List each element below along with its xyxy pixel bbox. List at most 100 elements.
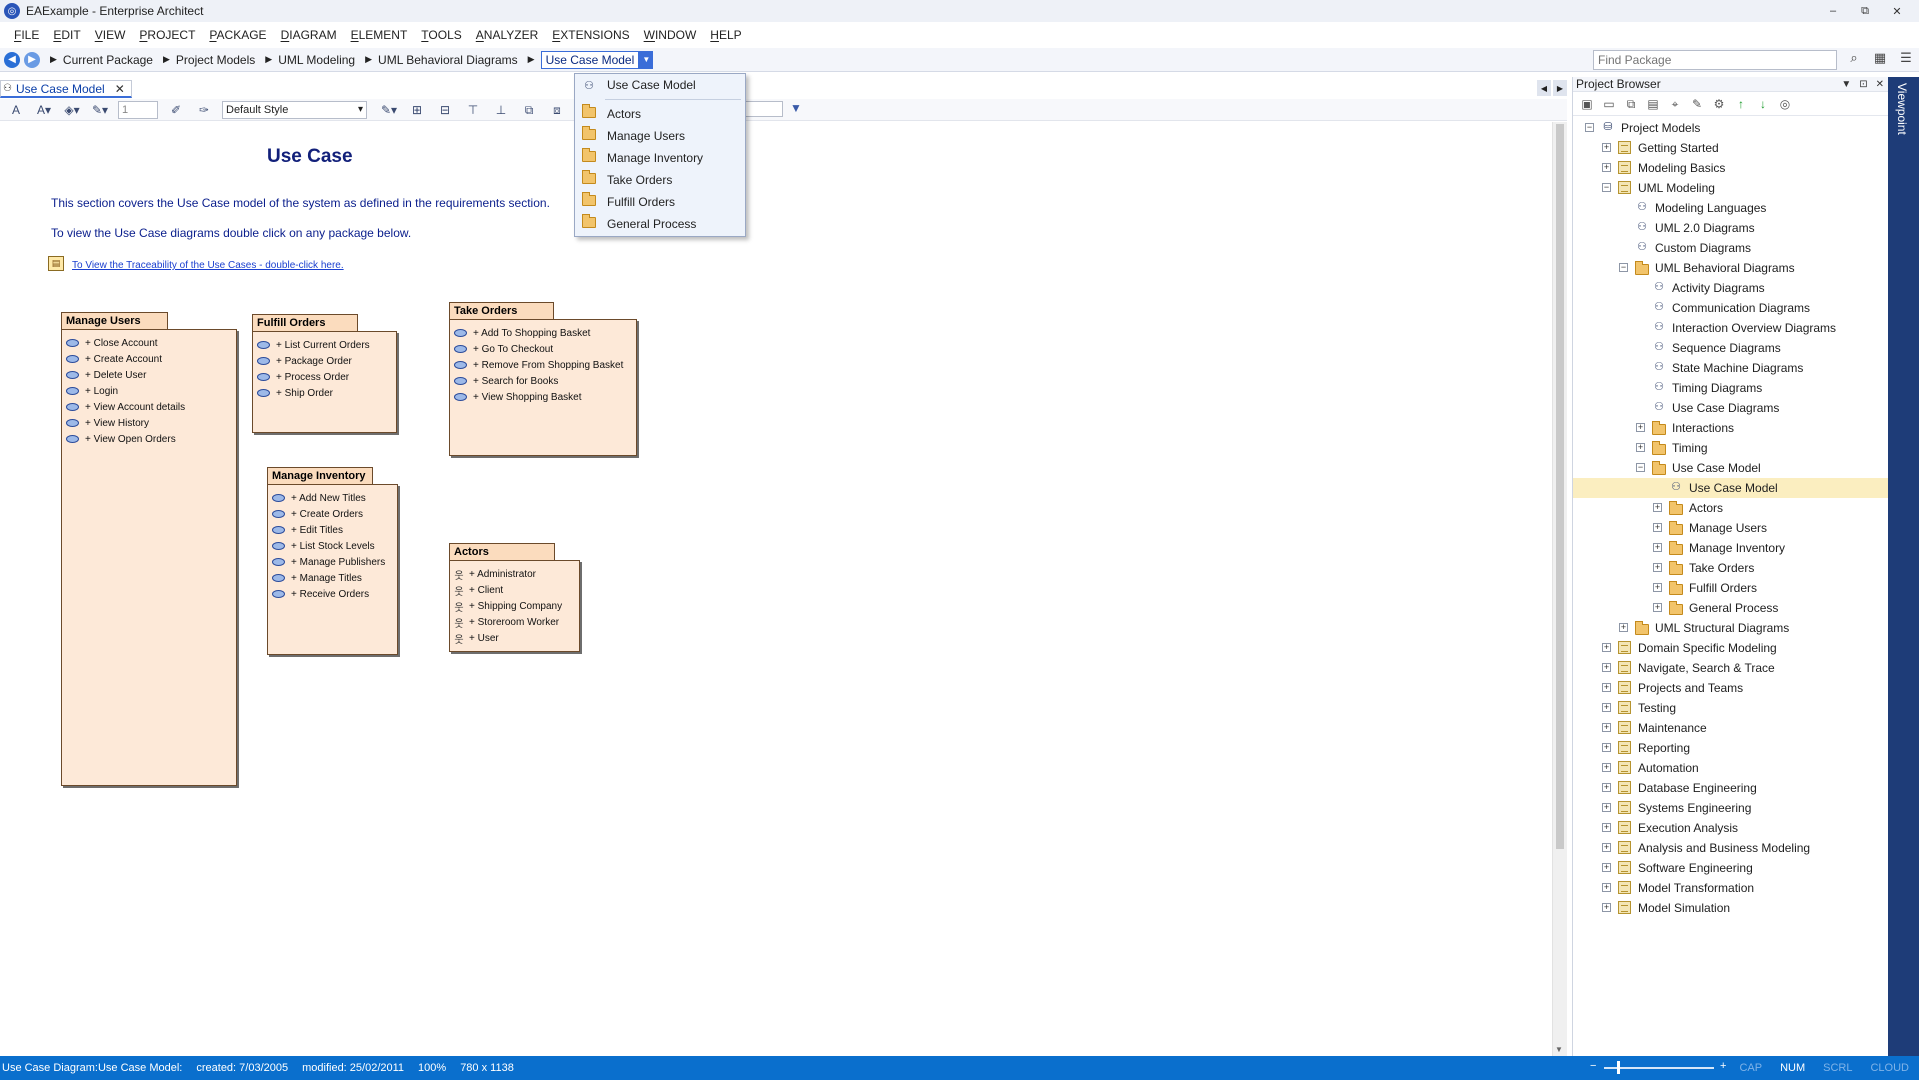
expand-icon[interactable]: + <box>1653 563 1662 572</box>
tree-item[interactable]: ⚇ Use Case Model <box>1573 478 1888 498</box>
breadcrumb-uml-modeling[interactable]: UML Modeling <box>278 53 355 67</box>
tree-item[interactable]: ⚇ Interaction Overview Diagrams <box>1573 318 1888 338</box>
minimize-button[interactable]: – <box>1817 5 1849 17</box>
expand-icon[interactable]: + <box>1653 543 1662 552</box>
expand-icon[interactable]: + <box>1653 583 1662 592</box>
breadcrumb-project-models[interactable]: Project Models <box>176 53 255 67</box>
use-case-item[interactable]: + Manage Publishers <box>272 554 397 570</box>
traceability-diagram-icon[interactable]: ▤ <box>48 256 64 271</box>
expand-icon[interactable]: + <box>1602 143 1611 152</box>
use-case-item[interactable]: + Package Order <box>257 353 396 369</box>
menu-analyzer[interactable]: ANALYZER <box>476 28 538 42</box>
search-icon[interactable]: ⌕ <box>1845 50 1863 68</box>
style-select[interactable]: Default Style <box>222 100 367 119</box>
tree-item[interactable]: + UML Structural Diagrams <box>1573 618 1888 638</box>
use-case-item[interactable]: + List Stock Levels <box>272 538 397 554</box>
expand-icon[interactable]: + <box>1602 863 1611 872</box>
collapse-icon[interactable]: − <box>1602 183 1611 192</box>
expand-icon[interactable]: + <box>1653 503 1662 512</box>
tree-item[interactable]: + Analysis and Business Modeling <box>1573 838 1888 858</box>
tree-item[interactable]: + Maintenance <box>1573 718 1888 738</box>
tree-item[interactable]: ⚇ UML 2.0 Diagrams <box>1573 218 1888 238</box>
eyedropper-icon[interactable]: ✑ <box>194 101 214 119</box>
use-case-item[interactable]: + View Shopping Basket <box>454 389 636 405</box>
tree-item[interactable]: + Manage Inventory <box>1573 538 1888 558</box>
expand-icon[interactable]: + <box>1653 603 1662 612</box>
tree-item[interactable]: + Projects and Teams <box>1573 678 1888 698</box>
panel-dropdown-icon[interactable]: ▼ <box>1841 79 1851 90</box>
expand-icon[interactable]: + <box>1602 763 1611 772</box>
zoom-out-button[interactable]: − <box>1590 1060 1596 1072</box>
move-down-icon[interactable]: ↓ <box>1755 96 1771 112</box>
use-case-item[interactable]: + View Open Orders <box>66 431 236 447</box>
use-case-item[interactable]: + Login <box>66 383 236 399</box>
tree-item[interactable]: ⚇ Use Case Diagrams <box>1573 398 1888 418</box>
dropdown-item-fulfill-orders[interactable]: Fulfill Orders <box>575 191 745 213</box>
menu-project[interactable]: PROJECT <box>139 28 195 42</box>
expand-icon[interactable]: + <box>1602 723 1611 732</box>
tree-item[interactable]: + Manage Users <box>1573 518 1888 538</box>
scrollbar-thumb[interactable] <box>1556 124 1564 849</box>
tree-item[interactable]: ⚇ Activity Diagrams <box>1573 278 1888 298</box>
dropdown-item-use-case-model[interactable]: ⚇ Use Case Model <box>575 74 745 96</box>
tree-item[interactable]: + Automation <box>1573 758 1888 778</box>
tree-item[interactable]: + Timing <box>1573 438 1888 458</box>
help-icon[interactable]: ◎ <box>1777 96 1793 112</box>
forward-arrow-icon[interactable]: ▶ <box>24 51 40 68</box>
expand-icon[interactable]: + <box>1602 163 1611 172</box>
back-arrow-icon[interactable]: ◀ <box>4 51 20 68</box>
actor-item[interactable]: 웃 + Client <box>454 582 579 598</box>
pin-icon[interactable]: ⊡ <box>1859 79 1867 90</box>
menu-extensions[interactable]: EXTENSIONS <box>552 28 629 42</box>
apply-style-icon[interactable]: ✎▾ <box>379 101 399 119</box>
new-model-icon[interactable]: ▣ <box>1579 96 1595 112</box>
tree-item[interactable]: ⚇ Custom Diagrams <box>1573 238 1888 258</box>
breadcrumb-dropdown-icon[interactable]: ▼ <box>639 50 654 69</box>
tab-scroll-right-icon[interactable]: ▶ <box>1553 80 1567 96</box>
use-case-item[interactable]: + Search for Books <box>454 373 636 389</box>
use-case-item[interactable]: + View History <box>66 415 236 431</box>
hamburger-menu-icon[interactable]: ☰ <box>1897 50 1915 68</box>
tree-item[interactable]: + Fulfill Orders <box>1573 578 1888 598</box>
expand-icon[interactable]: + <box>1602 803 1611 812</box>
tree-item[interactable]: + General Process <box>1573 598 1888 618</box>
settings-icon[interactable]: ⚙ <box>1711 96 1727 112</box>
tree-item[interactable]: + Database Engineering <box>1573 778 1888 798</box>
tree-item[interactable]: ⚇ Modeling Languages <box>1573 198 1888 218</box>
align-left-icon[interactable]: ⊞ <box>407 101 427 119</box>
menu-window[interactable]: WINDOW <box>644 28 697 42</box>
use-case-item[interactable]: + List Current Orders <box>257 337 396 353</box>
tree-item[interactable]: ⚇ State Machine Diagrams <box>1573 358 1888 378</box>
actor-item[interactable]: 웃 + User <box>454 630 579 646</box>
tree-item[interactable]: + Modeling Basics <box>1573 158 1888 178</box>
edit-icon[interactable]: ✎ <box>1689 96 1705 112</box>
tree-item[interactable]: + Domain Specific Modeling <box>1573 638 1888 658</box>
breadcrumb-uml-behavioral-diagrams[interactable]: UML Behavioral Diagrams <box>378 53 518 67</box>
expand-icon[interactable]: + <box>1636 423 1645 432</box>
menu-package[interactable]: PACKAGE <box>209 28 266 42</box>
tree-item[interactable]: + Systems Engineering <box>1573 798 1888 818</box>
tree-item[interactable]: + Navigate, Search & Trace <box>1573 658 1888 678</box>
same-size-icon[interactable]: ⧉ <box>519 101 539 119</box>
menu-file[interactable]: FILE <box>14 28 39 42</box>
tree-item[interactable]: − UML Behavioral Diagrams <box>1573 258 1888 278</box>
dropdown-item-actors[interactable]: Actors <box>575 103 745 125</box>
breadcrumb-current-package[interactable]: Current Package <box>63 53 153 67</box>
move-up-icon[interactable]: ↑ <box>1733 96 1749 112</box>
breadcrumb-use-case-model[interactable]: Use Case Model <box>540 50 640 69</box>
actor-item[interactable]: 웃 + Administrator <box>454 566 579 582</box>
tree-item[interactable]: + Reporting <box>1573 738 1888 758</box>
tree-item[interactable]: + Software Engineering <box>1573 858 1888 878</box>
align-bottom-icon[interactable]: ⊥ <box>491 101 511 119</box>
tree-item[interactable]: − Use Case Model <box>1573 458 1888 478</box>
restore-button[interactable]: ⧉ <box>1849 5 1881 18</box>
line-width-stepper[interactable]: 1 <box>118 100 158 119</box>
use-case-item[interactable]: + Go To Checkout <box>454 341 636 357</box>
expand-icon[interactable]: + <box>1602 783 1611 792</box>
zoom-slider[interactable] <box>1604 1067 1714 1069</box>
actor-item[interactable]: 웃 + Shipping Company <box>454 598 579 614</box>
new-diagram-icon[interactable]: ⧉ <box>1623 96 1639 112</box>
expand-icon[interactable]: + <box>1602 883 1611 892</box>
use-case-item[interactable]: + Edit Titles <box>272 522 397 538</box>
expand-icon[interactable]: + <box>1636 443 1645 452</box>
